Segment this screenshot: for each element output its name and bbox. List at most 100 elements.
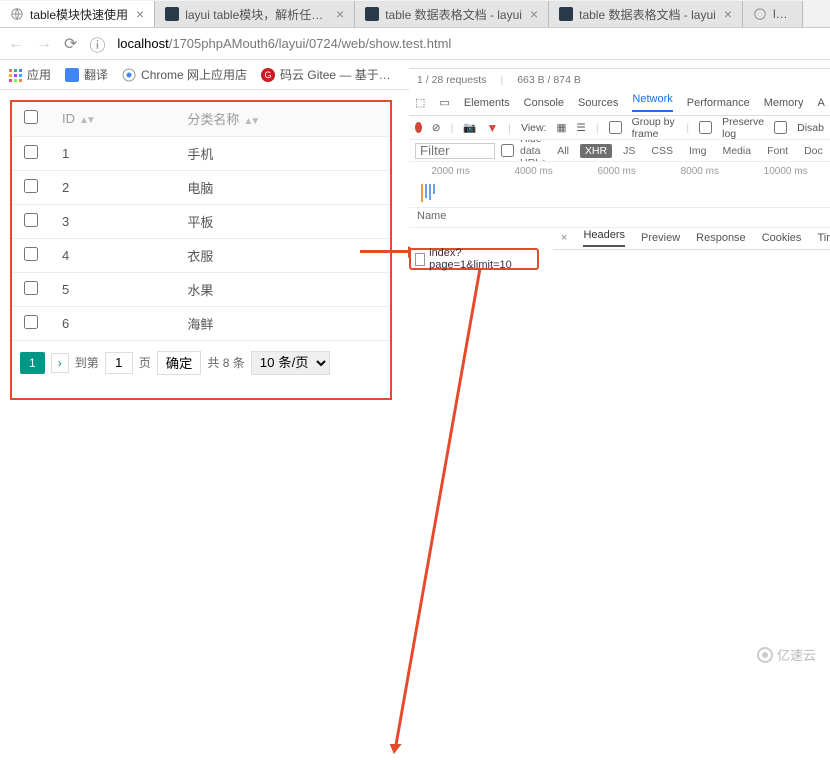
layui-icon <box>165 7 179 21</box>
page-next[interactable]: › <box>51 353 69 373</box>
filter-bar: Hide data URLs All XHR JS CSS Img Media … <box>409 140 830 162</box>
goto-label: 到第 <box>75 354 99 371</box>
table-row[interactable]: 1手机 <box>12 136 390 170</box>
close-icon[interactable]: × <box>561 232 567 244</box>
timeline[interactable]: 2000 ms 4000 ms 6000 ms 8000 ms 10000 ms <box>409 162 830 208</box>
close-icon[interactable]: × <box>336 6 344 22</box>
view-small-icon[interactable]: ☰ <box>576 122 585 134</box>
watermark-icon <box>757 647 773 663</box>
table-row[interactable]: 6海鲜 <box>12 306 390 340</box>
panel-network[interactable]: Network <box>632 93 672 112</box>
globe-icon <box>10 7 24 21</box>
sort-icon[interactable]: ▲▼ <box>79 115 93 126</box>
annotation-arrow-1 <box>360 250 414 253</box>
tab-0[interactable]: table模块快速使用× <box>0 1 155 27</box>
view-large-icon[interactable]: ▦ <box>557 122 567 134</box>
filter-media[interactable]: Media <box>717 144 756 158</box>
table-row[interactable]: 2电脑 <box>12 170 390 204</box>
filter-js[interactable]: JS <box>618 144 640 158</box>
view-label: View: <box>521 122 547 134</box>
row-checkbox[interactable] <box>24 145 38 159</box>
browser-tabs: table模块快速使用× layui table模块，解析任意数据× table… <box>0 0 830 28</box>
sort-icon[interactable]: ▲▼ <box>243 116 257 127</box>
network-toolbar: ⊘ | 📷 ▼ | View: ▦ ☰ | Group by frame | P… <box>409 116 830 140</box>
row-checkbox[interactable] <box>24 247 38 261</box>
table-row[interactable]: 3平板 <box>12 204 390 238</box>
filter-font[interactable]: Font <box>762 144 793 158</box>
tab-3[interactable]: table 数据表格文档 - layui× <box>549 1 743 27</box>
apps-icon <box>8 68 22 82</box>
table-row[interactable]: 5水果 <box>12 272 390 306</box>
device-icon[interactable]: ▭ <box>439 96 449 109</box>
gitee-icon: G <box>261 68 275 82</box>
filter-css[interactable]: CSS <box>646 144 678 158</box>
filter-img[interactable]: Img <box>684 144 712 158</box>
group-by-frame-checkbox[interactable] <box>609 121 622 134</box>
reload-icon[interactable]: ⟳ <box>64 34 77 54</box>
globe-icon <box>753 7 767 21</box>
devtools-tabs: ⬚ ▭ Elements Console Sources Network Per… <box>409 90 830 116</box>
panel-elements[interactable]: Elements <box>464 97 510 109</box>
filter-xhr[interactable]: XHR <box>580 144 612 158</box>
col-cat[interactable]: 分类名称▲▼ <box>175 102 390 136</box>
bookmark-translate[interactable]: 翻译 <box>65 66 108 83</box>
disable-cache-checkbox[interactable] <box>774 121 787 134</box>
row-checkbox[interactable] <box>24 315 38 329</box>
goto-input[interactable] <box>105 352 133 374</box>
panel-memory[interactable]: Memory <box>764 97 804 109</box>
translate-icon <box>65 68 79 82</box>
table-row[interactable]: 4衣服 <box>12 238 390 272</box>
apps-button[interactable]: 应用 <box>8 66 51 83</box>
panel-more[interactable]: A <box>817 97 824 109</box>
request-count: 1 / 28 requests <box>417 74 486 86</box>
chrome-icon <box>122 68 136 82</box>
panel-sources[interactable]: Sources <box>578 97 618 109</box>
tab-response[interactable]: Response <box>696 232 746 244</box>
url-field[interactable]: localhost/1705phpAMouth6/layui/0724/web/… <box>117 36 822 51</box>
preserve-log-checkbox[interactable] <box>699 121 712 134</box>
row-checkbox[interactable] <box>24 213 38 227</box>
row-checkbox[interactable] <box>24 281 38 295</box>
tab-1[interactable]: layui table模块，解析任意数据× <box>155 1 355 27</box>
close-icon[interactable]: × <box>530 6 538 22</box>
page-unit: 页 <box>139 354 151 371</box>
close-icon[interactable]: × <box>136 6 144 22</box>
panel-console[interactable]: Console <box>524 97 564 109</box>
tab-headers[interactable]: Headers <box>583 229 625 247</box>
record-icon[interactable] <box>415 122 422 133</box>
tab-2[interactable]: table 数据表格文档 - layui× <box>355 1 549 27</box>
close-icon[interactable]: × <box>724 6 732 22</box>
perpage-select[interactable]: 10 条/页 <box>251 351 330 375</box>
filter-input[interactable] <box>415 143 495 159</box>
pagination: 1 › 到第 页 确定 共 8 条 10 条/页 <box>12 341 390 385</box>
capture-icon[interactable]: 📷 <box>463 121 476 134</box>
tab-timing[interactable]: Timing <box>817 232 830 244</box>
request-row[interactable]: index?page=1&limit=10 <box>409 248 539 270</box>
inspect-icon[interactable]: ⬚ <box>415 96 425 109</box>
tab-4[interactable]: loca <box>743 1 803 27</box>
bookmark-gitee[interactable]: G码云 Gitee — 基于… <box>261 66 391 83</box>
request-name: index?page=1&limit=10 <box>429 247 533 271</box>
clear-icon[interactable]: ⊘ <box>432 122 441 134</box>
select-all-cell <box>12 102 50 136</box>
detail-tabs: × Headers Preview Response Cookies Timin… <box>553 226 830 250</box>
hide-data-urls-checkbox[interactable] <box>501 144 514 157</box>
name-column-header: Name <box>409 208 830 228</box>
info-icon[interactable]: ⓘ <box>89 32 105 56</box>
layui-icon <box>559 7 573 21</box>
layui-icon <box>365 7 379 21</box>
tab-cookies[interactable]: Cookies <box>762 232 802 244</box>
back-icon[interactable]: ← <box>8 35 24 53</box>
forward-icon[interactable]: → <box>36 35 52 53</box>
panel-performance[interactable]: Performance <box>687 97 750 109</box>
filter-doc[interactable]: Doc <box>799 144 828 158</box>
col-id[interactable]: ID▲▼ <box>50 102 175 136</box>
filter-all[interactable]: All <box>552 144 574 158</box>
tab-preview[interactable]: Preview <box>641 232 680 244</box>
row-checkbox[interactable] <box>24 179 38 193</box>
bookmark-webstore[interactable]: Chrome 网上应用店 <box>122 66 247 83</box>
select-all-checkbox[interactable] <box>24 110 38 124</box>
goto-confirm-button[interactable]: 确定 <box>157 351 202 375</box>
filter-icon[interactable]: ▼ <box>486 121 498 135</box>
page-current[interactable]: 1 <box>20 352 45 374</box>
